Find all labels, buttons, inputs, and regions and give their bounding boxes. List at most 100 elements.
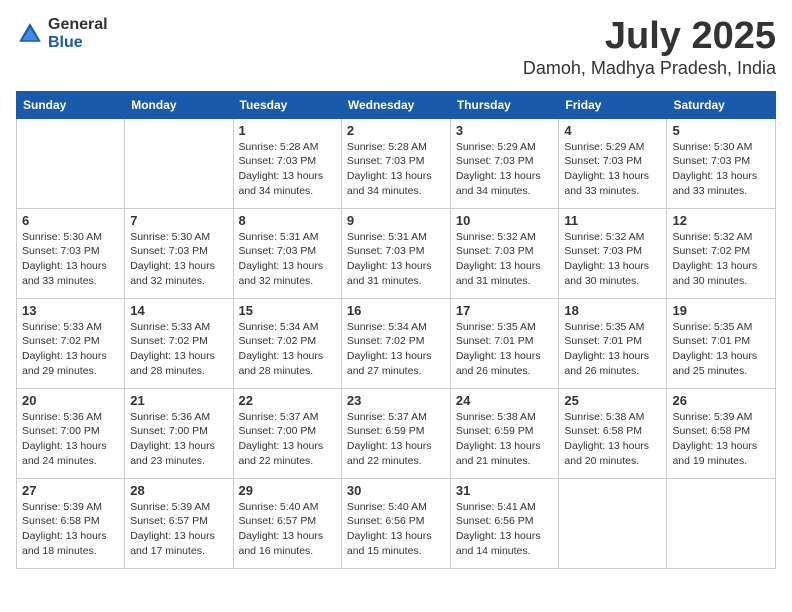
calendar-cell: 3 Sunrise: 5:29 AMSunset: 7:03 PMDaylight… — [450, 118, 559, 208]
calendar-cell: 23 Sunrise: 5:37 AMSunset: 6:59 PMDayligh… — [341, 388, 450, 478]
day-info: Sunrise: 5:40 AMSunset: 6:56 PMDaylight:… — [347, 500, 445, 559]
day-info: Sunrise: 5:29 AMSunset: 7:03 PMDaylight:… — [456, 140, 554, 199]
calendar-cell: 20 Sunrise: 5:36 AMSunset: 7:00 PMDayligh… — [17, 388, 125, 478]
calendar-cell: 14Sunrise: 5:33 AMSunset: 7:02 PMDayligh… — [125, 298, 233, 388]
day-info: Sunrise: 5:31 AMSunset: 7:03 PMDaylight:… — [239, 230, 336, 289]
calendar-cell: 2Sunrise: 5:28 AMSunset: 7:03 PMDaylight… — [341, 118, 450, 208]
header-monday: Monday — [125, 91, 233, 118]
calendar-cell — [559, 478, 667, 568]
calendar-table: SundayMondayTuesdayWednesdayThursdayFrid… — [16, 91, 776, 569]
calendar-cell: 15Sunrise: 5:34 AMSunset: 7:02 PMDayligh… — [233, 298, 341, 388]
week-row-2: 6 Sunrise: 5:30 AMSunset: 7:03 PMDaylight… — [17, 208, 776, 298]
week-row-5: 27 Sunrise: 5:39 AMSunset: 6:58 PMDayligh… — [17, 478, 776, 568]
calendar-cell: 12 Sunrise: 5:32 AMSunset: 7:02 PMDayligh… — [667, 208, 776, 298]
location-title: Damoh, Madhya Pradesh, India — [523, 58, 776, 79]
calendar-cell: 24 Sunrise: 5:38 AMSunset: 6:59 PMDayligh… — [450, 388, 559, 478]
calendar-cell — [125, 118, 233, 208]
day-number: 3 — [456, 123, 554, 138]
day-number: 6 — [22, 213, 119, 228]
day-number: 27 — [22, 483, 119, 498]
day-info: Sunrise: 5:38 AMSunset: 6:58 PMDaylight:… — [564, 410, 661, 469]
day-number: 12 — [672, 213, 770, 228]
day-number: 22 — [239, 393, 336, 408]
calendar-cell: 1 Sunrise: 5:28 AMSunset: 7:03 PMDaylight… — [233, 118, 341, 208]
calendar-cell: 11 Sunrise: 5:32 AMSunset: 7:03 PMDayligh… — [559, 208, 667, 298]
day-number: 26 — [672, 393, 770, 408]
day-info: Sunrise: 5:30 AMSunset: 7:03 PMDaylight:… — [672, 140, 770, 199]
day-info: Sunrise: 5:37 AMSunset: 6:59 PMDaylight:… — [347, 410, 445, 469]
day-info: Sunrise: 5:39 AMSunset: 6:58 PMDaylight:… — [672, 410, 770, 469]
day-info: Sunrise: 5:33 AMSunset: 7:02 PMDaylight:… — [130, 320, 227, 379]
header-thursday: Thursday — [450, 91, 559, 118]
day-info: Sunrise: 5:33 AMSunset: 7:02 PMDaylight:… — [22, 320, 119, 379]
day-info: Sunrise: 5:35 AMSunset: 7:01 PMDaylight:… — [564, 320, 661, 379]
header-friday: Friday — [559, 91, 667, 118]
logo-text: General Blue — [48, 16, 108, 52]
calendar-cell: 31 Sunrise: 5:41 AMSunset: 6:56 PMDayligh… — [450, 478, 559, 568]
day-number: 28 — [130, 483, 227, 498]
day-number: 24 — [456, 393, 554, 408]
calendar-cell: 8Sunrise: 5:31 AMSunset: 7:03 PMDaylight… — [233, 208, 341, 298]
day-number: 11 — [564, 213, 661, 228]
calendar-cell: 18 Sunrise: 5:35 AMSunset: 7:01 PMDayligh… — [559, 298, 667, 388]
day-info: Sunrise: 5:38 AMSunset: 6:59 PMDaylight:… — [456, 410, 554, 469]
calendar-cell: 26 Sunrise: 5:39 AMSunset: 6:58 PMDayligh… — [667, 388, 776, 478]
calendar-cell: 27 Sunrise: 5:39 AMSunset: 6:58 PMDayligh… — [17, 478, 125, 568]
day-number: 30 — [347, 483, 445, 498]
calendar-cell: 9Sunrise: 5:31 AMSunset: 7:03 PMDaylight… — [341, 208, 450, 298]
day-info: Sunrise: 5:32 AMSunset: 7:03 PMDaylight:… — [564, 230, 661, 289]
calendar-cell: 7 Sunrise: 5:30 AMSunset: 7:03 PMDaylight… — [125, 208, 233, 298]
day-info: Sunrise: 5:35 AMSunset: 7:01 PMDaylight:… — [672, 320, 770, 379]
calendar-cell: 13 Sunrise: 5:33 AMSunset: 7:02 PMDayligh… — [17, 298, 125, 388]
day-number: 2 — [347, 123, 445, 138]
header-wednesday: Wednesday — [341, 91, 450, 118]
day-number: 31 — [456, 483, 554, 498]
day-number: 25 — [564, 393, 661, 408]
day-info: Sunrise: 5:31 AMSunset: 7:03 PMDaylight:… — [347, 230, 445, 289]
day-number: 7 — [130, 213, 227, 228]
day-info: Sunrise: 5:36 AMSunset: 7:00 PMDaylight:… — [22, 410, 119, 469]
calendar-cell: 4Sunrise: 5:29 AMSunset: 7:03 PMDaylight… — [559, 118, 667, 208]
header-sunday: Sunday — [17, 91, 125, 118]
day-info: Sunrise: 5:28 AMSunset: 7:03 PMDaylight:… — [239, 140, 336, 199]
days-header-row: SundayMondayTuesdayWednesdayThursdayFrid… — [17, 91, 776, 118]
day-info: Sunrise: 5:36 AMSunset: 7:00 PMDaylight:… — [130, 410, 227, 469]
page-header: General Blue July 2025 Damoh, Madhya Pra… — [16, 16, 776, 79]
day-info: Sunrise: 5:39 AMSunset: 6:58 PMDaylight:… — [22, 500, 119, 559]
day-number: 17 — [456, 303, 554, 318]
calendar-cell: 10Sunrise: 5:32 AMSunset: 7:03 PMDayligh… — [450, 208, 559, 298]
day-number: 29 — [239, 483, 336, 498]
day-number: 16 — [347, 303, 445, 318]
day-info: Sunrise: 5:37 AMSunset: 7:00 PMDaylight:… — [239, 410, 336, 469]
calendar-cell: 16 Sunrise: 5:34 AMSunset: 7:02 PMDayligh… — [341, 298, 450, 388]
logo: General Blue — [16, 16, 108, 52]
calendar-cell: 28 Sunrise: 5:39 AMSunset: 6:57 PMDayligh… — [125, 478, 233, 568]
calendar-cell: 25 Sunrise: 5:38 AMSunset: 6:58 PMDayligh… — [559, 388, 667, 478]
day-info: Sunrise: 5:41 AMSunset: 6:56 PMDaylight:… — [456, 500, 554, 559]
day-info: Sunrise: 5:32 AMSunset: 7:02 PMDaylight:… — [672, 230, 770, 289]
day-number: 23 — [347, 393, 445, 408]
day-info: Sunrise: 5:35 AMSunset: 7:01 PMDaylight:… — [456, 320, 554, 379]
day-number: 13 — [22, 303, 119, 318]
day-number: 19 — [672, 303, 770, 318]
calendar-cell: 22 Sunrise: 5:37 AMSunset: 7:00 PMDayligh… — [233, 388, 341, 478]
calendar-cell: 19 Sunrise: 5:35 AMSunset: 7:01 PMDayligh… — [667, 298, 776, 388]
title-block: July 2025 Damoh, Madhya Pradesh, India — [523, 16, 776, 79]
day-info: Sunrise: 5:40 AMSunset: 6:57 PMDaylight:… — [239, 500, 336, 559]
day-info: Sunrise: 5:30 AMSunset: 7:03 PMDaylight:… — [22, 230, 119, 289]
logo-general: General — [48, 16, 108, 34]
week-row-4: 20 Sunrise: 5:36 AMSunset: 7:00 PMDayligh… — [17, 388, 776, 478]
day-info: Sunrise: 5:30 AMSunset: 7:03 PMDaylight:… — [130, 230, 227, 289]
day-info: Sunrise: 5:34 AMSunset: 7:02 PMDaylight:… — [239, 320, 336, 379]
day-info: Sunrise: 5:34 AMSunset: 7:02 PMDaylight:… — [347, 320, 445, 379]
month-title: July 2025 — [523, 16, 776, 58]
day-number: 4 — [564, 123, 661, 138]
day-number: 18 — [564, 303, 661, 318]
day-number: 10 — [456, 213, 554, 228]
day-number: 1 — [239, 123, 336, 138]
day-number: 20 — [22, 393, 119, 408]
day-info: Sunrise: 5:39 AMSunset: 6:57 PMDaylight:… — [130, 500, 227, 559]
calendar-cell — [667, 478, 776, 568]
calendar-cell: 30 Sunrise: 5:40 AMSunset: 6:56 PMDayligh… — [341, 478, 450, 568]
calendar-cell: 6 Sunrise: 5:30 AMSunset: 7:03 PMDaylight… — [17, 208, 125, 298]
